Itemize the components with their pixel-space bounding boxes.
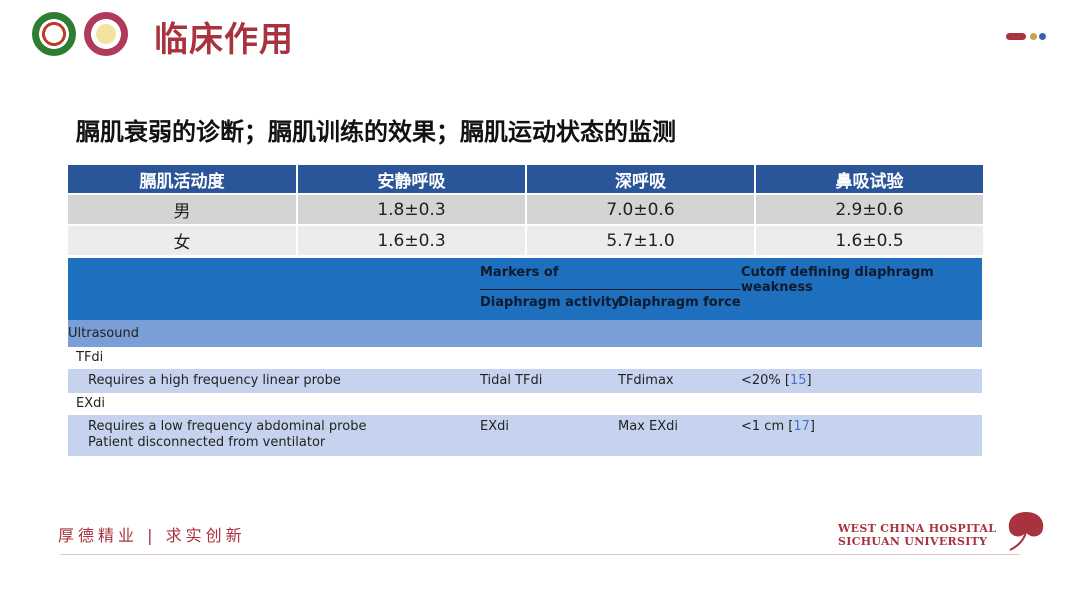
hospital-seal-icon bbox=[84, 12, 128, 56]
cutoff-close: ] bbox=[809, 419, 815, 434]
cutoff-value: <20% [15] bbox=[741, 373, 812, 388]
force-header: Diaphragm force bbox=[618, 295, 741, 310]
university-seal-icon bbox=[32, 12, 76, 56]
table-cell: 1.6±0.3 bbox=[297, 224, 527, 255]
footer-divider bbox=[60, 554, 1020, 555]
table-cell: 5.7±1.0 bbox=[526, 224, 756, 255]
table-row: 女 1.6±0.3 5.7±1.0 1.6±0.5 bbox=[68, 224, 983, 255]
table-cell: 男 bbox=[68, 193, 298, 225]
diaphragm-excursion-table: 膈肌活动度 安静呼吸 深呼吸 鼻吸试验 男 1.8±0.3 7.0±0.6 2.… bbox=[68, 165, 983, 255]
reference-link[interactable]: 17 bbox=[793, 419, 810, 434]
table-cell: 1.6±0.5 bbox=[755, 224, 983, 255]
cutoff-header: Cutoff defining diaphragm weakness bbox=[741, 265, 934, 295]
slide-subtitle: 膈肌衰弱的诊断；膈肌训练的效果；膈肌运动状态的监测 bbox=[76, 118, 676, 146]
force-value: Max EXdi bbox=[618, 419, 678, 434]
cutoff-value: <1 cm [17] bbox=[741, 419, 815, 434]
activity-value: EXdi bbox=[480, 419, 509, 434]
cutoff-close: ] bbox=[806, 373, 812, 388]
table-row: 男 1.8±0.3 7.0±0.6 2.9±0.6 bbox=[68, 193, 983, 225]
page-title: 临床作用 bbox=[154, 20, 294, 60]
hospital-motto: 厚德精业 | 求实创新 bbox=[58, 526, 246, 545]
table-header-cell: 安静呼吸 bbox=[297, 165, 527, 194]
activity-header: Diaphragm activity bbox=[480, 295, 620, 310]
cutoff-text: <1 cm [ bbox=[741, 419, 794, 434]
method-name: EXdi bbox=[76, 396, 105, 411]
table-row: TFdi bbox=[68, 347, 982, 369]
table-header: Markers of Cutoff defining diaphragm wea… bbox=[68, 258, 982, 320]
section-label: Ultrasound bbox=[68, 326, 139, 341]
activity-value: Tidal TFdi bbox=[480, 373, 543, 388]
table-header-row: 膈肌活动度 安静呼吸 深呼吸 鼻吸试验 bbox=[68, 165, 983, 194]
ultrasound-markers-table: Markers of Cutoff defining diaphragm wea… bbox=[68, 258, 982, 458]
hospital-name: WEST CHINA HOSPITAL SICHUAN UNIVERSITY bbox=[838, 522, 996, 548]
table-cell: 2.9±0.6 bbox=[755, 193, 983, 225]
hospital-name-line1: WEST CHINA HOSPITAL bbox=[838, 522, 997, 535]
markers-of-header: Markers of bbox=[480, 265, 559, 280]
method-description: Requires a low frequency abdominal probe bbox=[88, 419, 367, 434]
table-header-cell: 鼻吸试验 bbox=[755, 165, 983, 194]
cutoff-text: <20% [ bbox=[741, 373, 790, 388]
ginkgo-leaf-icon bbox=[1008, 512, 1044, 551]
table-header-cell: 深呼吸 bbox=[526, 165, 756, 194]
table-row: Requires a high frequency linear probe T… bbox=[68, 369, 982, 393]
header-divider bbox=[480, 289, 740, 290]
table-cell: 7.0±0.6 bbox=[526, 193, 756, 225]
table-row: EXdi bbox=[68, 393, 982, 415]
reference-link[interactable]: 15 bbox=[790, 373, 807, 388]
table-cell: 女 bbox=[68, 224, 298, 255]
method-description: Patient disconnected from ventilator bbox=[88, 435, 326, 450]
table-header-cell: 膈肌活动度 bbox=[68, 165, 298, 194]
section-row: Ultrasound bbox=[68, 320, 982, 347]
table-cell: 1.8±0.3 bbox=[297, 193, 527, 225]
hospital-name-line2: SICHUAN UNIVERSITY bbox=[838, 535, 988, 548]
force-value: TFdimax bbox=[618, 373, 674, 388]
method-description: Requires a high frequency linear probe bbox=[88, 373, 341, 388]
table-row: Requires a low frequency abdominal probe… bbox=[68, 415, 982, 456]
method-name: TFdi bbox=[76, 350, 104, 365]
